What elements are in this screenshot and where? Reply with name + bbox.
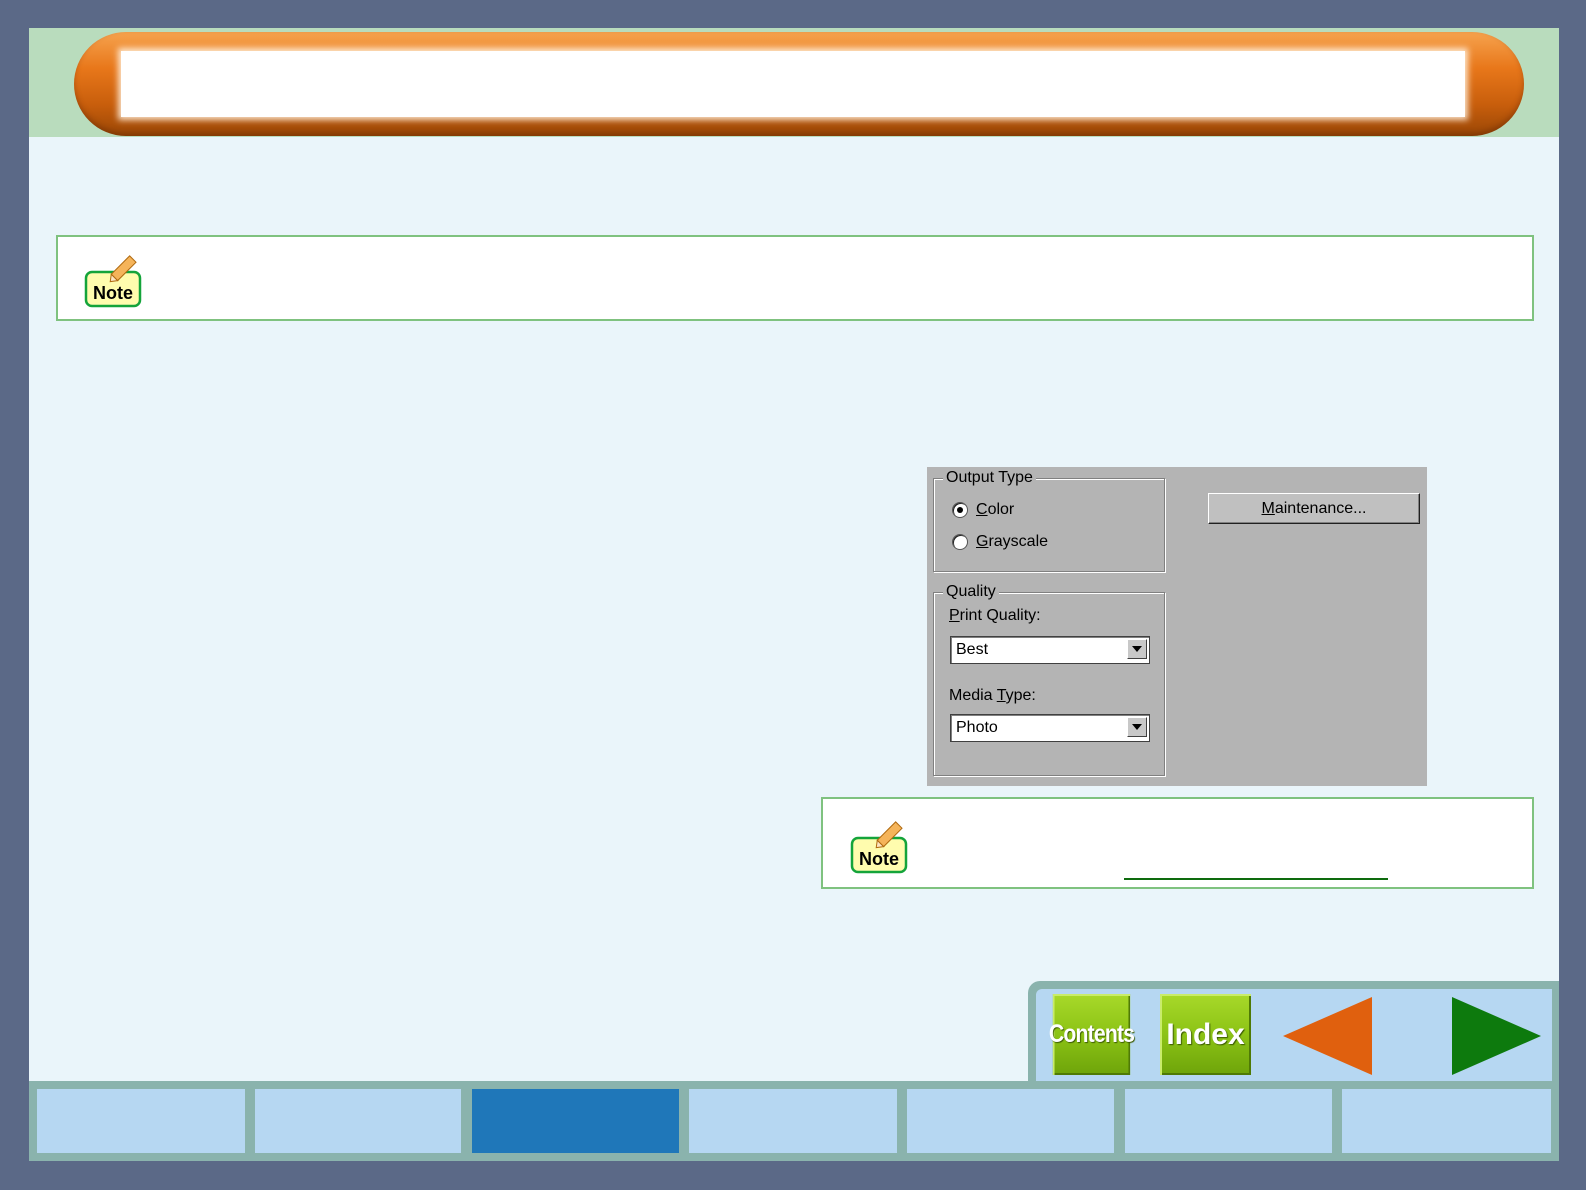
media-type-value: Photo bbox=[956, 719, 998, 736]
section-tab-5[interactable] bbox=[907, 1089, 1114, 1153]
radio-button[interactable] bbox=[952, 534, 968, 550]
note-icon-label: Note bbox=[859, 849, 899, 869]
quality-group: Quality Print Quality: Best Media Type: … bbox=[933, 583, 1165, 776]
section-tab-6[interactable] bbox=[1125, 1089, 1332, 1153]
quality-legend: Quality bbox=[943, 583, 999, 601]
page-title bbox=[121, 51, 1465, 117]
printer-settings-dialog: Output Type Color Grayscale Quality Prin… bbox=[927, 467, 1427, 786]
maintenance-button[interactable]: Maintenance... bbox=[1208, 493, 1420, 524]
title-bar bbox=[74, 32, 1524, 136]
previous-page-icon[interactable] bbox=[1283, 997, 1372, 1075]
print-quality-select[interactable]: Best bbox=[950, 636, 1150, 664]
radio-button[interactable] bbox=[952, 502, 968, 518]
media-type-label: Media Type: bbox=[949, 687, 1036, 704]
section-tab-2[interactable] bbox=[255, 1089, 461, 1153]
print-quality-label: Print Quality: bbox=[949, 607, 1041, 624]
section-tabs bbox=[29, 1081, 1559, 1161]
note-icon-label: Note bbox=[93, 283, 133, 303]
note-box-top: Note bbox=[56, 235, 1534, 321]
next-page-icon[interactable] bbox=[1452, 997, 1541, 1075]
print-quality-value: Best bbox=[956, 641, 989, 658]
contents-button[interactable]: Contents bbox=[1049, 994, 1135, 1075]
radio-grayscale-label: Grayscale bbox=[976, 533, 1049, 550]
radio-color[interactable]: Color bbox=[952, 501, 1014, 519]
chevron-down-icon[interactable] bbox=[1127, 639, 1147, 659]
index-button[interactable]: Index bbox=[1160, 994, 1251, 1075]
hyperlink-underline[interactable] bbox=[1124, 878, 1388, 880]
media-type-select[interactable]: Photo bbox=[950, 714, 1150, 742]
note-icon: Note bbox=[850, 821, 908, 874]
chevron-down-icon[interactable] bbox=[1127, 717, 1147, 737]
section-tab-3-active[interactable] bbox=[472, 1089, 679, 1153]
output-type-legend: Output Type bbox=[943, 469, 1036, 487]
header-band bbox=[29, 28, 1559, 137]
radio-color-label: Color bbox=[976, 501, 1015, 518]
note-icon: Note bbox=[84, 255, 142, 308]
radio-selected-dot bbox=[957, 507, 963, 513]
section-tab-1[interactable] bbox=[37, 1089, 245, 1153]
note-box-bottom: Note bbox=[821, 797, 1534, 889]
section-tab-7[interactable] bbox=[1342, 1089, 1551, 1153]
section-tab-4[interactable] bbox=[689, 1089, 897, 1153]
radio-grayscale[interactable]: Grayscale bbox=[952, 533, 1048, 551]
output-type-group: Output Type Color Grayscale bbox=[933, 469, 1165, 572]
